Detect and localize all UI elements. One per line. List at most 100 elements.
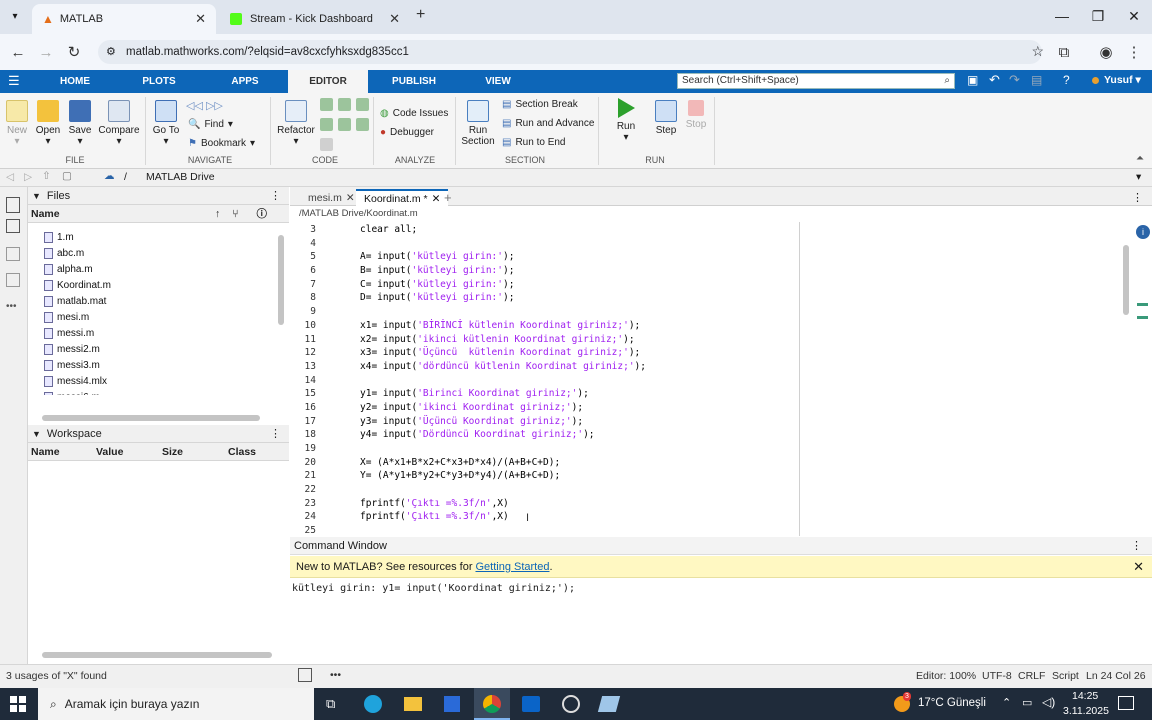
code-line[interactable]: 17 y3= input('Üçüncü Koordinat giriniz;')… <box>290 415 646 429</box>
collapse-ribbon-icon[interactable]: ⏶ <box>1136 153 1144 164</box>
sort-asc-icon[interactable]: ↑ <box>215 208 220 220</box>
code-line[interactable]: 15 y1= input('Birinci Koordinat giriniz;'… <box>290 387 646 401</box>
workspace-hscrollbar[interactable] <box>42 652 272 658</box>
store-icon[interactable] <box>444 696 460 712</box>
line-number[interactable]: 8 <box>290 291 316 305</box>
debugger-button[interactable]: ● Debugger <box>380 127 434 138</box>
path-dropdown-icon[interactable]: ▾ <box>1136 171 1141 183</box>
line-number[interactable]: 7 <box>290 278 316 292</box>
file-list-item[interactable]: 1.m <box>44 229 289 245</box>
command-output[interactable]: kütleyi girin: y1= input('Koordinat giri… <box>292 583 575 594</box>
line-number[interactable]: 20 <box>290 456 316 470</box>
redo-icon[interactable]: ↷ <box>1009 72 1020 88</box>
line-number[interactable]: 13 <box>290 360 316 374</box>
run-button[interactable]: Run ▾ <box>608 98 644 143</box>
up-folder-icon[interactable]: ⇧ <box>42 170 51 182</box>
file-type[interactable]: Script <box>1052 670 1079 682</box>
network-icon[interactable]: ▭ <box>1022 696 1032 709</box>
run-section-button[interactable]: Run Section <box>458 100 498 147</box>
tab-editor[interactable]: EDITOR <box>288 70 368 93</box>
clock-time[interactable]: 14:25 <box>1072 690 1098 702</box>
help-icon[interactable]: ? <box>1063 73 1070 87</box>
code-editor[interactable]: 3 clear all; 4 5 A= input('kütleyi girin:');… <box>290 222 1135 536</box>
line-ending[interactable]: CRLF <box>1018 670 1045 682</box>
browser-tab-kick[interactable]: Stream - Kick Dashboard ✕ <box>220 4 410 34</box>
collapse-icon[interactable]: ▼ <box>32 429 41 439</box>
code-line[interactable]: 10 x1= input('BİRİNCİ kütlenin Koordinat … <box>290 319 646 333</box>
code-line[interactable]: 8 D= input('kütleyi girin:'); <box>290 291 646 305</box>
usage-marker[interactable] <box>1137 303 1148 306</box>
path-drive[interactable]: MATLAB Drive <box>146 171 215 183</box>
extensions-icon[interactable]: ⧉ <box>1052 40 1076 64</box>
save-button[interactable]: Save ▾ <box>66 100 94 147</box>
run-advance-button[interactable]: ▤ Run and Advance <box>502 118 594 129</box>
code-line[interactable]: 13 x4= input('dördüncü kütlenin Koordinat… <box>290 360 646 374</box>
more-icon[interactable]: ••• <box>6 301 17 312</box>
find-button[interactable]: 🔍 Find ▾ <box>188 119 233 130</box>
code-line[interactable]: 23 fprintf('Çıktı =%.3f/n',X) <box>290 497 646 511</box>
file-list-item[interactable]: matlab.mat <box>44 293 289 309</box>
line-number[interactable]: 21 <box>290 469 316 483</box>
code-line[interactable]: 22 <box>290 483 646 497</box>
usage-marker[interactable] <box>1137 316 1148 319</box>
addons-icon[interactable] <box>6 273 20 287</box>
address-bar[interactable]: ⚙ matlab.mathworks.com/?elqsid=av8cxcfyh… <box>98 40 1044 64</box>
wrap-comment-icon[interactable] <box>356 98 369 111</box>
info-badge-icon[interactable]: i <box>1136 225 1150 239</box>
more-icon[interactable]: ••• <box>330 669 341 681</box>
reload-icon[interactable]: ↻ <box>62 40 86 64</box>
step-button[interactable]: Step <box>648 100 684 136</box>
line-number[interactable]: 16 <box>290 401 316 415</box>
file-list-item[interactable]: messi6.m <box>44 389 289 395</box>
line-number[interactable]: 12 <box>290 346 316 360</box>
bookmark-button[interactable]: ⚑ Bookmark ▾ <box>188 138 255 149</box>
new-tab-button[interactable]: + <box>416 6 425 24</box>
close-window-button[interactable]: ✕ <box>1116 0 1152 32</box>
line-number[interactable]: 22 <box>290 483 316 497</box>
minimize-button[interactable]: — <box>1044 0 1080 32</box>
browser-menu-icon[interactable]: ⋮ <box>1122 40 1146 64</box>
editor-tab-mesi[interactable]: mesi.m ✕ <box>300 189 363 206</box>
file-explorer-icon[interactable] <box>404 697 422 711</box>
restore-button[interactable]: ❐ <box>1080 0 1116 32</box>
files-vscrollbar[interactable] <box>278 235 284 325</box>
chrome-icon[interactable] <box>474 688 510 720</box>
back-arrow-icon[interactable]: ← <box>6 40 30 64</box>
collapse-icon[interactable]: ▼ <box>32 191 41 201</box>
code-line[interactable]: 5 A= input('kütleyi girin:'); <box>290 250 646 264</box>
line-number[interactable]: 4 <box>290 237 316 251</box>
encoding[interactable]: UTF-8 <box>982 670 1012 682</box>
comment-icon[interactable] <box>320 98 333 111</box>
line-number[interactable]: 14 <box>290 374 316 388</box>
code-line[interactable]: 3 clear all; <box>290 223 646 237</box>
file-list-item[interactable]: messi4.mlx <box>44 373 289 389</box>
compare-button[interactable]: Compare ▾ <box>98 100 140 147</box>
code-line[interactable]: 12 x3= input('Üçüncü kütlenin Koordinat g… <box>290 346 646 360</box>
line-number[interactable]: 17 <box>290 415 316 429</box>
workspace-panel-icon[interactable] <box>6 219 20 233</box>
info-icon[interactable]: ⓘ <box>257 206 268 221</box>
cursor-position[interactable]: Ln 24 Col 26 <box>1086 670 1146 682</box>
file-list-item[interactable]: abc.m <box>44 245 289 261</box>
files-hscrollbar[interactable] <box>42 415 260 421</box>
command-menu-icon[interactable]: ⋮ <box>1131 539 1142 552</box>
code-line[interactable]: 11 x2= input('ikinci kütlenin Koordinat g… <box>290 333 646 347</box>
decrease-indent-icon[interactable] <box>338 118 351 131</box>
taskbar-search[interactable]: ⌕ Aramak için buraya yazın <box>38 688 314 720</box>
nav-back-forward-icon[interactable]: ◁◁ ▷▷ <box>186 99 223 112</box>
files-panel-icon[interactable] <box>6 197 20 213</box>
increase-indent-icon[interactable] <box>356 118 369 131</box>
clock-date[interactable]: 3.11.2025 <box>1063 705 1109 717</box>
file-list-item[interactable]: alpha.m <box>44 261 289 277</box>
getting-started-link[interactable]: Getting Started <box>475 561 549 573</box>
line-number[interactable]: 23 <box>290 497 316 511</box>
line-number[interactable]: 6 <box>290 264 316 278</box>
code-line[interactable]: 6 B= input('kütleyi girin:'); <box>290 264 646 278</box>
tray-chevron-icon[interactable]: ⌃ <box>1002 696 1011 709</box>
indent-icon[interactable] <box>320 118 333 131</box>
nav-back-icon[interactable]: ◁ <box>6 171 14 183</box>
file-list-item[interactable]: messi3.m <box>44 357 289 373</box>
editor-menu-icon[interactable]: ⋮ <box>1132 191 1143 204</box>
line-number[interactable]: 10 <box>290 319 316 333</box>
col-class[interactable]: Class <box>228 446 256 458</box>
